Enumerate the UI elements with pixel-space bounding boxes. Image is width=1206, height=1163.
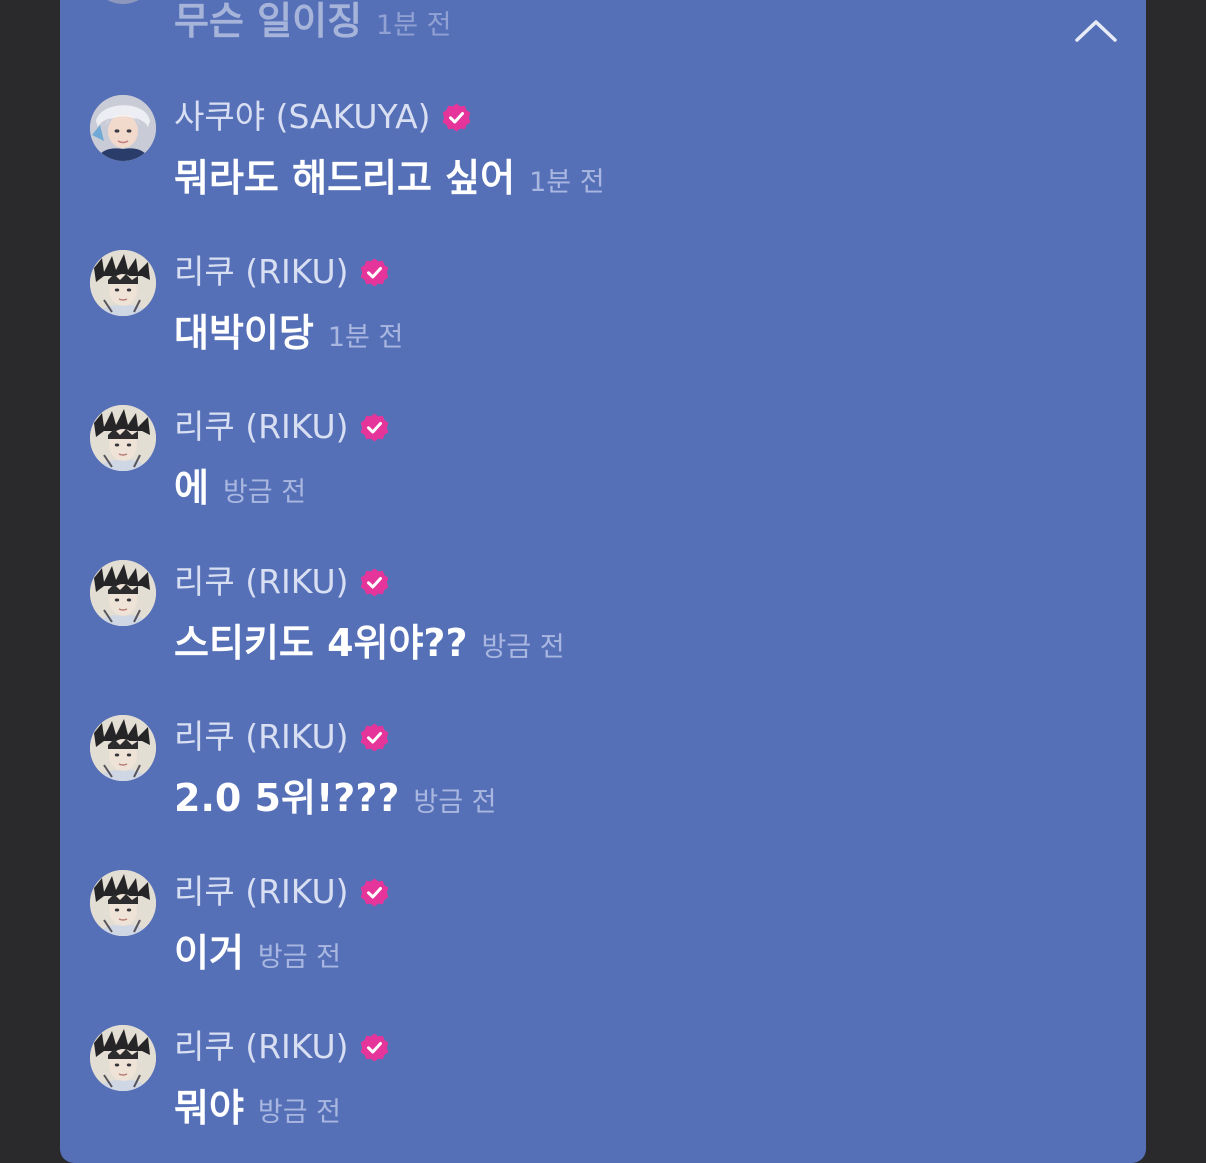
- sender-row: 사쿠야 (SAKUYA): [174, 95, 472, 139]
- message-time: 방금 전: [222, 477, 307, 508]
- message-text: 뭐야: [174, 1086, 244, 1130]
- avatar[interactable]: [90, 870, 156, 936]
- verified-badge-icon: [359, 877, 390, 908]
- message-text: 2.0 5위!???: [174, 776, 400, 820]
- message-text: 대박이당: [174, 311, 314, 355]
- message-item: 리쿠 (RIKU) 스티키도 4위야?? 방금 전: [60, 560, 1146, 710]
- avatar[interactable]: [90, 405, 156, 471]
- message-time: 방금 전: [257, 1097, 342, 1128]
- sender-name[interactable]: 리쿠 (RIKU): [174, 1025, 349, 1069]
- message-item: 리쿠 (RIKU) 대박이당 1분 전: [60, 250, 1146, 400]
- sender-name[interactable]: 리쿠 (RIKU): [174, 250, 349, 294]
- message-row: 대박이당 1분 전: [174, 308, 403, 358]
- verified-badge-icon: [359, 1032, 390, 1063]
- message-item: 리쿠 (RIKU) 2.0 5위!??? 방금 전: [60, 715, 1146, 865]
- top-message-row: 무슨 일이징 1분 전: [174, 0, 451, 46]
- message-time: 방금 전: [257, 942, 342, 973]
- message-text: 에: [174, 466, 209, 510]
- chat-panel: 무슨 일이징 1분 전 사쿠야 (SAKUYA) 뭐라도 해드리고 싶어 1분 …: [60, 0, 1146, 1163]
- sender-row: 리쿠 (RIKU): [174, 715, 390, 759]
- message-time: 방금 전: [481, 632, 565, 663]
- avatar[interactable]: [90, 715, 156, 781]
- verified-badge-icon: [359, 567, 390, 598]
- avatar[interactable]: [90, 95, 156, 161]
- avatar[interactable]: [90, 560, 156, 626]
- message-text: 스티키도 4위야??: [174, 621, 468, 665]
- message-row: 뭐야 방금 전: [174, 1083, 341, 1133]
- message-time: 방금 전: [413, 787, 497, 818]
- message-row: 에 방금 전: [174, 463, 306, 513]
- sender-name[interactable]: 리쿠 (RIKU): [174, 405, 349, 449]
- message-text: 뭐라도 해드리고 싶어: [174, 156, 516, 200]
- message-time: 1분 전: [376, 10, 452, 41]
- message-item: 리쿠 (RIKU) 이거 방금 전: [60, 870, 1146, 1020]
- sender-name[interactable]: 리쿠 (RIKU): [174, 560, 349, 604]
- sender-row: 리쿠 (RIKU): [174, 405, 390, 449]
- message-item: 사쿠야 (SAKUYA) 뭐라도 해드리고 싶어 1분 전: [60, 95, 1146, 245]
- sender-row: 리쿠 (RIKU): [174, 870, 390, 914]
- message-time: 1분 전: [327, 322, 404, 353]
- message-row: 2.0 5위!??? 방금 전: [174, 773, 497, 823]
- sender-name[interactable]: 리쿠 (RIKU): [174, 870, 349, 914]
- chevron-up-icon[interactable]: [1074, 14, 1118, 44]
- sender-row: 리쿠 (RIKU): [174, 250, 390, 294]
- avatar[interactable]: [90, 0, 156, 4]
- message-text: 무슨 일이징: [174, 0, 363, 43]
- message-item: 리쿠 (RIKU) 뭐야 방금 전: [60, 1025, 1146, 1163]
- message-time: 1분 전: [529, 167, 605, 198]
- message-text: 이거: [174, 931, 244, 975]
- avatar[interactable]: [90, 1025, 156, 1091]
- sender-name[interactable]: 리쿠 (RIKU): [174, 715, 349, 759]
- verified-badge-icon: [359, 412, 390, 443]
- message-item: 리쿠 (RIKU) 에 방금 전: [60, 405, 1146, 555]
- verified-badge-icon: [359, 722, 390, 753]
- verified-badge-icon: [359, 257, 390, 288]
- sender-name[interactable]: 사쿠야 (SAKUYA): [174, 95, 431, 139]
- message-row: 스티키도 4위야?? 방금 전: [174, 618, 565, 668]
- message-row: 뭐라도 해드리고 싶어 1분 전: [174, 153, 605, 203]
- avatar[interactable]: [90, 250, 156, 316]
- verified-badge-icon: [441, 102, 472, 133]
- sender-row: 리쿠 (RIKU): [174, 560, 390, 604]
- sender-row: 리쿠 (RIKU): [174, 1025, 390, 1069]
- message-row: 이거 방금 전: [174, 928, 341, 978]
